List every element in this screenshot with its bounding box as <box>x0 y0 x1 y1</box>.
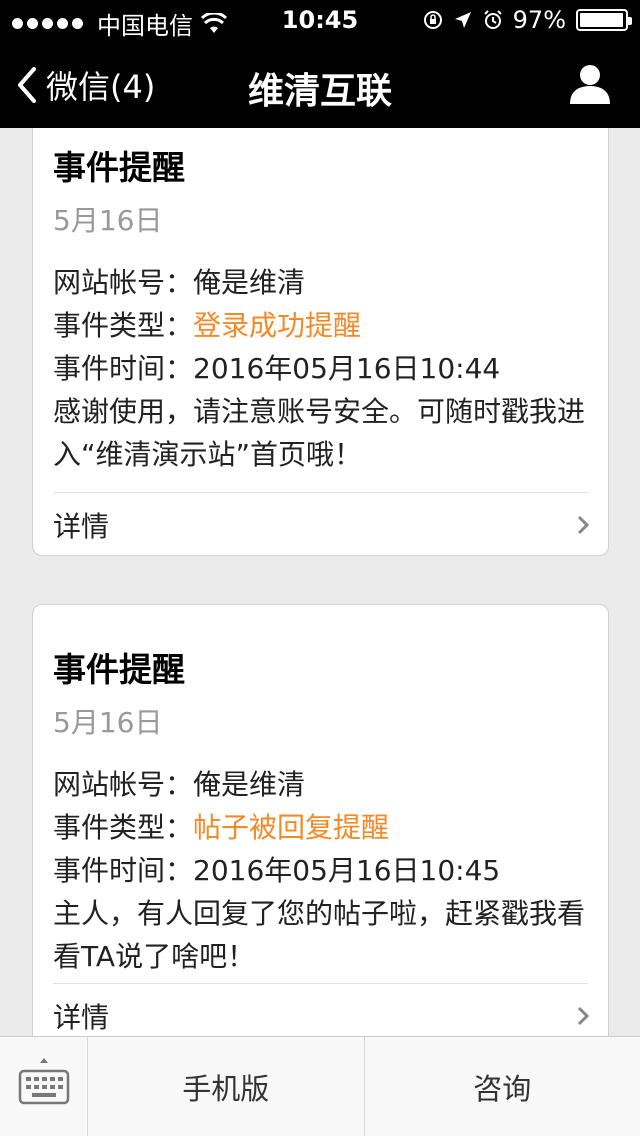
rotation-lock-icon <box>423 11 442 29</box>
row-label: 事件时间： <box>53 352 194 385</box>
detail-label: 详情 <box>53 510 110 543</box>
page-title: 维清互联 <box>247 71 392 112</box>
event-type-value: 帖子被回复提醒 <box>193 811 390 844</box>
event-card[interactable]: 事件提醒 5月16日 网站帐号：俺是维清 事件类型：登录成功提醒 事件时间：20… <box>32 128 609 556</box>
detail-label: 详情 <box>53 1001 110 1034</box>
row-value: 俺是维清 <box>193 266 306 299</box>
event-time-row: 事件时间：2016年05月16日10:45 <box>53 849 588 892</box>
card-body: 网站帐号：俺是维清 事件类型：帖子被回复提醒 事件时间：2016年05月16日1… <box>53 763 588 978</box>
card-body: 网站帐号：俺是维清 事件类型：登录成功提醒 事件时间：2016年05月16日10… <box>53 261 588 476</box>
battery-fill <box>580 13 623 27</box>
detail-link[interactable]: 详情 <box>53 493 590 557</box>
card-date: 5月16日 <box>53 706 163 739</box>
keyboard-toggle-button[interactable] <box>0 1037 88 1136</box>
card-message: 主人，有人回复了您的帖子啦，赶紧戳我看看TA说了啥吧！ <box>53 897 586 973</box>
card-message: 感谢使用，请注意账号安全。可随时戳我进入“维清演示站”首页哦！ <box>53 395 586 471</box>
message-list: 事件提醒 5月16日 网站帐号：俺是维清 事件类型：登录成功提醒 事件时间：20… <box>0 128 640 1036</box>
chevron-right-icon <box>577 1006 590 1026</box>
event-type-row: 事件类型：登录成功提醒 <box>53 304 588 347</box>
alarm-icon <box>483 10 502 29</box>
row-label: 事件类型： <box>53 811 194 844</box>
card-title: 事件提醒 <box>53 650 185 689</box>
detail-link[interactable]: 详情 <box>53 984 590 1036</box>
event-type-value: 登录成功提醒 <box>193 309 362 342</box>
top-bar: 中国电信 10:45 97% 微信(4) 维清互联 <box>0 0 640 128</box>
account-row: 网站帐号：俺是维清 <box>53 261 588 304</box>
chevron-right-icon <box>577 515 590 535</box>
bottom-menu-bar: 手机版 咨询 <box>0 1036 640 1136</box>
row-label: 事件类型： <box>53 309 194 342</box>
keyboard-icon <box>18 1058 70 1105</box>
battery-percent: 97% <box>512 6 566 34</box>
event-card[interactable]: 事件提醒 5月16日 网站帐号：俺是维清 事件类型：帖子被回复提醒 事件时间：2… <box>32 604 609 1036</box>
location-icon <box>454 12 471 28</box>
row-value: 2016年05月16日10:45 <box>193 854 501 887</box>
battery-icon <box>576 9 632 31</box>
row-label: 事件时间： <box>53 854 194 887</box>
row-value: 俺是维清 <box>193 768 306 801</box>
row-label: 网站帐号： <box>53 266 194 299</box>
card-date: 5月16日 <box>53 204 163 237</box>
row-label: 网站帐号： <box>53 768 194 801</box>
account-row: 网站帐号：俺是维清 <box>53 763 588 806</box>
event-type-row: 事件类型：帖子被回复提醒 <box>53 806 588 849</box>
profile-icon[interactable] <box>568 62 612 106</box>
card-title: 事件提醒 <box>53 148 185 187</box>
menu-consult[interactable]: 咨询 <box>365 1037 640 1136</box>
status-bar: 中国电信 10:45 97% <box>0 0 640 40</box>
event-time-row: 事件时间：2016年05月16日10:44 <box>53 347 588 390</box>
menu-mobile-version[interactable]: 手机版 <box>88 1037 365 1136</box>
row-value: 2016年05月16日10:44 <box>193 352 501 385</box>
nav-bar: 微信(4) 维清互联 <box>0 40 640 128</box>
